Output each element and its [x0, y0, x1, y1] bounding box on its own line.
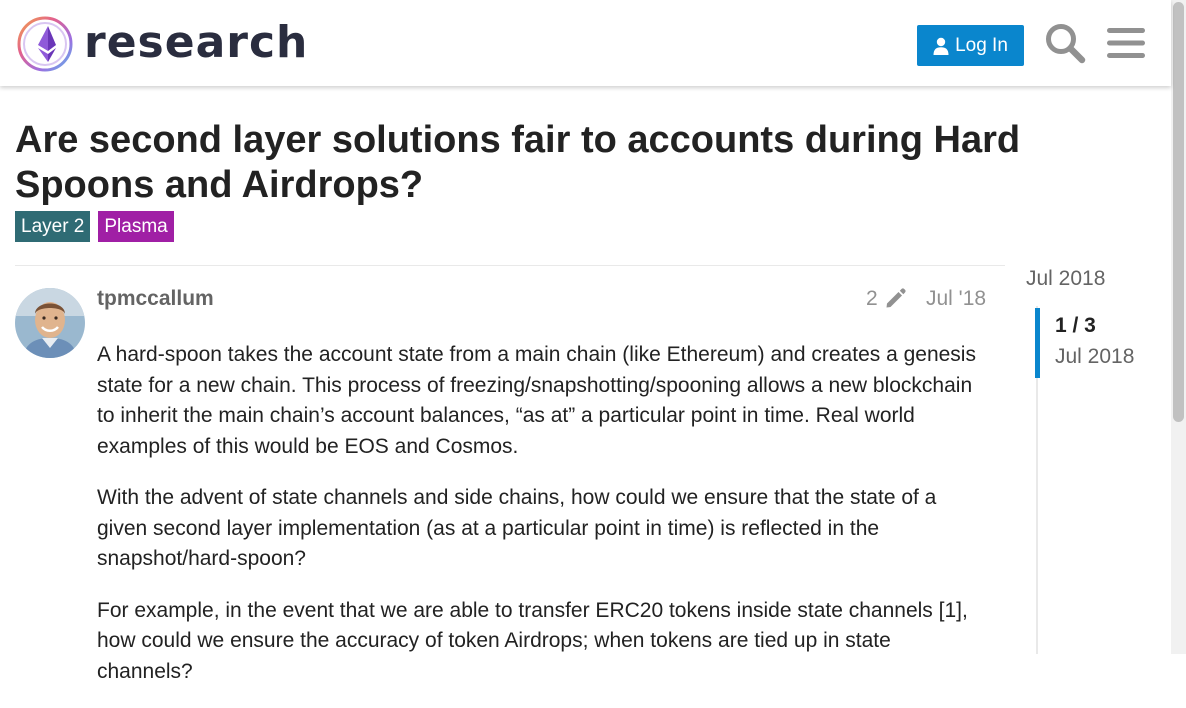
post-divider [15, 265, 1005, 266]
tag-plasma[interactable]: Plasma [98, 211, 174, 242]
timeline-current-date: Jul 2018 [1055, 345, 1135, 368]
edit-history-button[interactable]: 2 [866, 285, 906, 313]
user-icon [933, 37, 949, 55]
post-body: A hard-spoon takes the account state fro… [97, 340, 992, 708]
post-paragraph: For example, in the event that we are ab… [97, 598, 968, 683]
user-avatar-image [15, 288, 85, 358]
logo-text: research [84, 17, 309, 68]
timeline-position: 1 / 3 [1055, 314, 1096, 337]
hamburger-menu-icon[interactable] [1106, 26, 1146, 60]
post-paragraph: A hard-spoon takes the account state fro… [97, 343, 976, 458]
scrollbar-thumb[interactable] [1173, 2, 1184, 422]
log-in-button[interactable]: Log In [917, 25, 1024, 66]
post-paragraph: With the advent of state channels and si… [97, 486, 937, 570]
avatar[interactable] [15, 288, 85, 358]
topic-title[interactable]: Are second layer solutions fair to accou… [15, 118, 1055, 208]
log-in-label: Log In [955, 34, 1008, 56]
ethereum-research-logo-icon [17, 16, 73, 72]
topic-tags: Layer 2 Plasma [15, 211, 174, 242]
search-icon[interactable] [1044, 22, 1086, 64]
post-username[interactable]: tpmccallum [97, 285, 214, 313]
edit-count: 2 [866, 287, 878, 310]
pencil-icon [886, 288, 906, 308]
timeline-start-date[interactable]: Jul 2018 [1026, 265, 1105, 293]
post-date[interactable]: Jul '18 [926, 285, 986, 313]
site-header: research Log In [0, 0, 1171, 86]
site-logo[interactable]: research [16, 15, 307, 73]
timeline-scroller-handle[interactable] [1035, 308, 1040, 378]
tag-layer-2[interactable]: Layer 2 [15, 211, 91, 242]
